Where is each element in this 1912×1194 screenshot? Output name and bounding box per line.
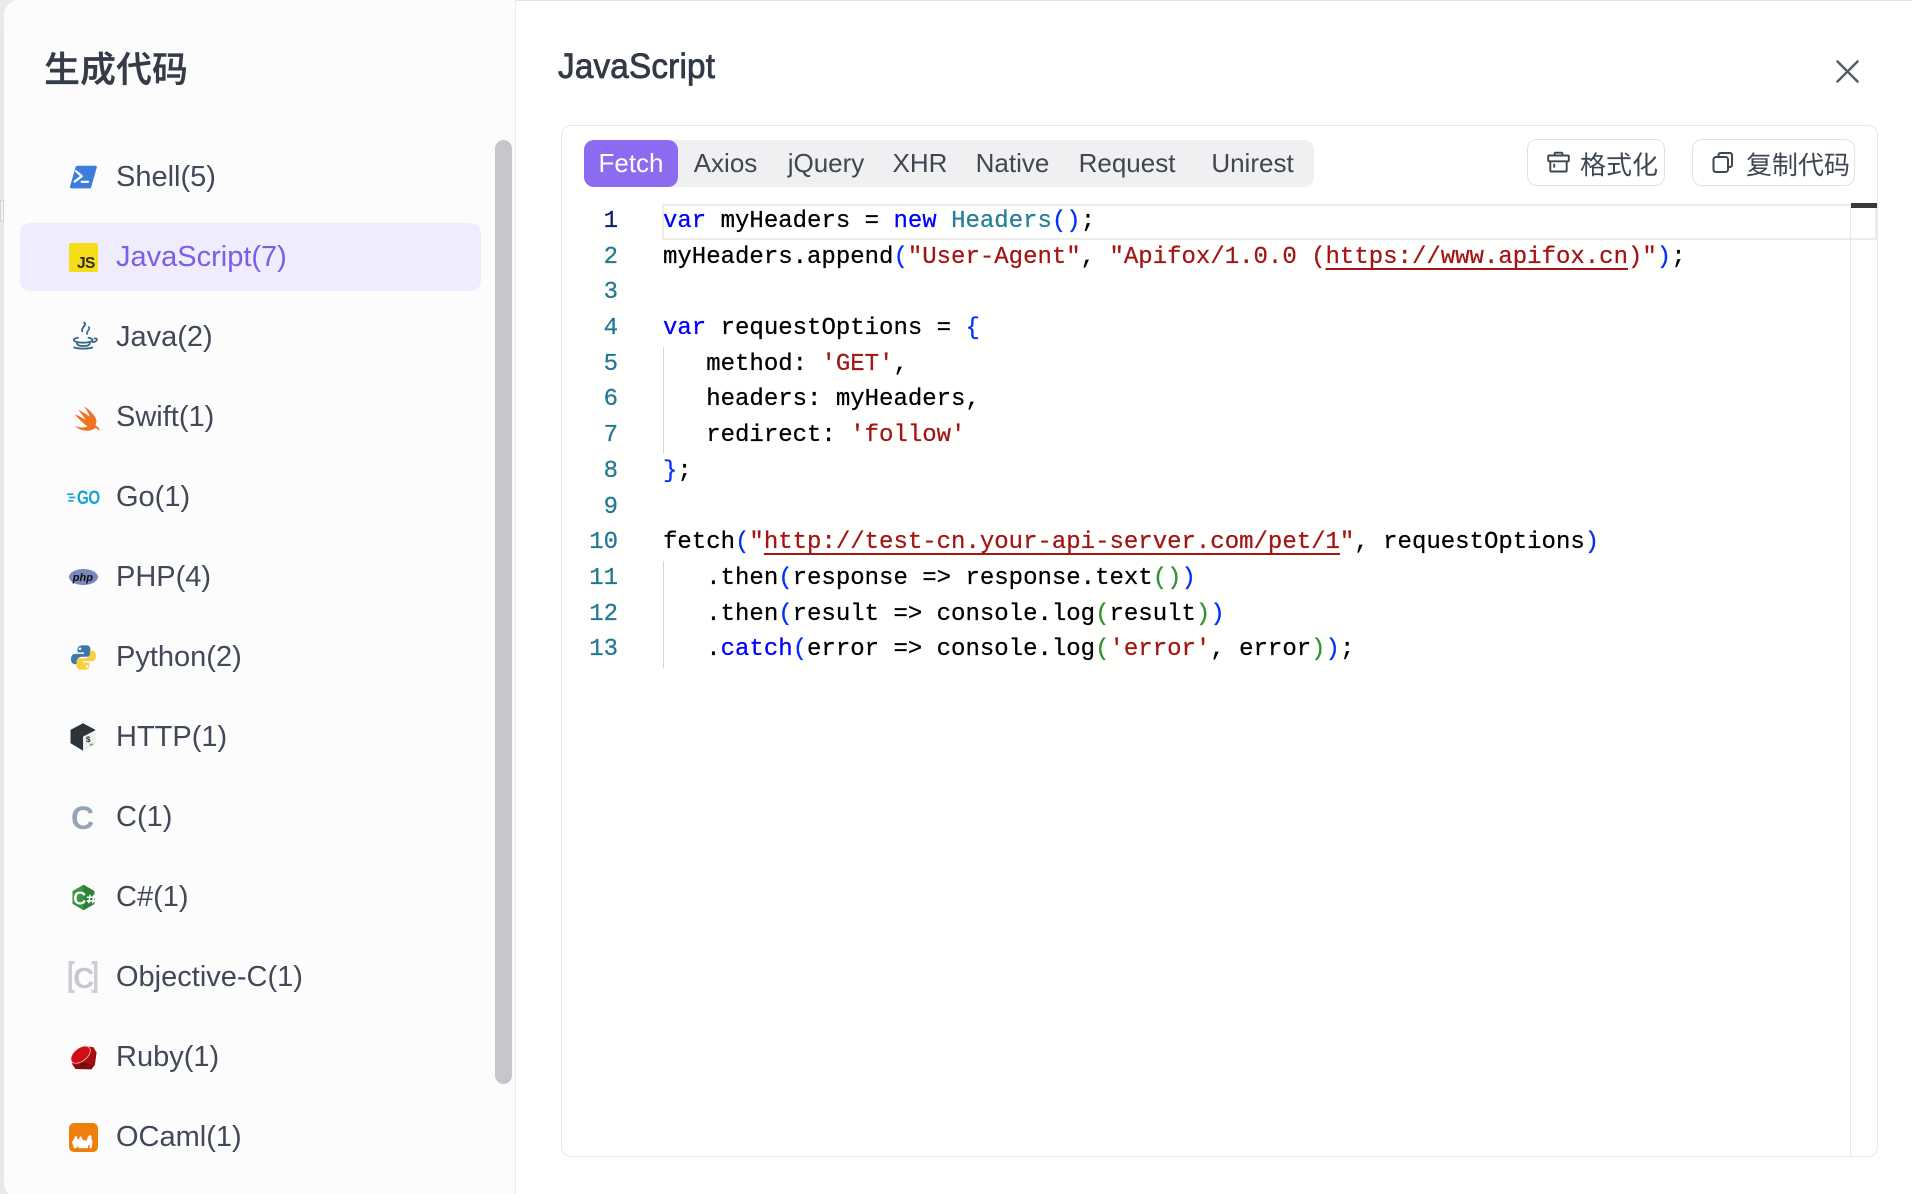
svg-text:C: C	[71, 800, 94, 836]
svg-text:GO: GO	[77, 486, 100, 508]
svg-text:C: C	[73, 963, 94, 995]
svg-text:C: C	[73, 888, 86, 908]
svg-text:php: php	[71, 572, 92, 584]
svg-text:$: $	[86, 735, 91, 745]
svg-text:JS: JS	[77, 255, 95, 272]
